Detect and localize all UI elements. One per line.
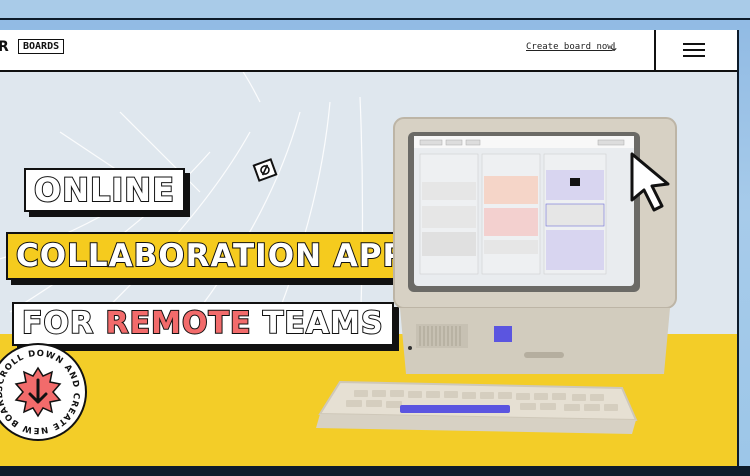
top-navbar: R BOARDS Create board now ↓ [0,30,737,72]
hamburger-icon-line [683,43,705,45]
hero-title-line-3: FOR REMOTE TEAMS [12,302,394,346]
sync-icon [252,158,278,182]
scroll-down-badge[interactable]: SCROLL DOWN AND CREATE NEW BOARD [0,342,88,442]
logo-letter[interactable]: R [0,39,9,55]
hero-title-highlight: REMOTE [105,305,252,342]
hamburger-icon-line [683,49,705,51]
arrow-down-icon[interactable]: ↓ [609,40,619,54]
hamburger-menu-button[interactable] [683,43,705,57]
window-bottom-edge [0,466,750,476]
hero-title-prefix: FOR [21,305,106,342]
browser-top-frame [0,0,750,20]
app-window: R BOARDS Create board now ↓ [0,30,739,466]
hero-title-line-2: COLLABORATION APP [6,232,417,280]
cursor-pointer-icon [630,152,670,212]
hamburger-icon-line [683,55,705,57]
hero-section: ONLINE COLLABORATION APP FOR REMOTE TEAM… [0,72,737,466]
hero-title-suffix: TEAMS [251,305,384,342]
nav-divider [654,30,656,70]
hero-title-line-1: ONLINE [24,168,185,212]
logo-boards[interactable]: BOARDS [18,39,65,54]
create-board-link[interactable]: Create board now [526,42,613,52]
keyboard-illustration [316,380,638,434]
